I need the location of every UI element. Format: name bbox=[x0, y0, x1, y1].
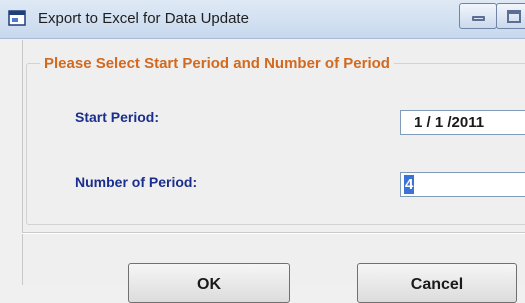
window-title: Export to Excel for Data Update bbox=[38, 10, 249, 27]
cancel-button[interactable]: Cancel bbox=[357, 263, 517, 303]
minimize-button[interactable] bbox=[459, 3, 497, 29]
period-groupbox bbox=[26, 63, 525, 225]
ok-button[interactable]: OK bbox=[128, 263, 290, 303]
groupbox-legend: Please Select Start Period and Number of… bbox=[40, 55, 394, 72]
number-of-period-value: 4 bbox=[404, 175, 415, 194]
maximize-icon bbox=[507, 10, 521, 23]
minimize-icon bbox=[472, 16, 485, 21]
start-period-value: 1 / 1 /2011 bbox=[414, 114, 485, 131]
number-of-period-input[interactable]: 4 bbox=[400, 172, 525, 197]
start-period-label: Start Period: bbox=[75, 109, 160, 125]
number-of-period-label: Number of Period: bbox=[75, 174, 198, 190]
button-divider bbox=[22, 232, 525, 234]
maximize-button[interactable] bbox=[496, 3, 525, 29]
app-window-icon bbox=[8, 10, 26, 26]
title-bar: Export to Excel for Data Update bbox=[0, 0, 525, 39]
start-period-date-picker[interactable]: 1 / 1 /2011 bbox=[400, 110, 525, 135]
